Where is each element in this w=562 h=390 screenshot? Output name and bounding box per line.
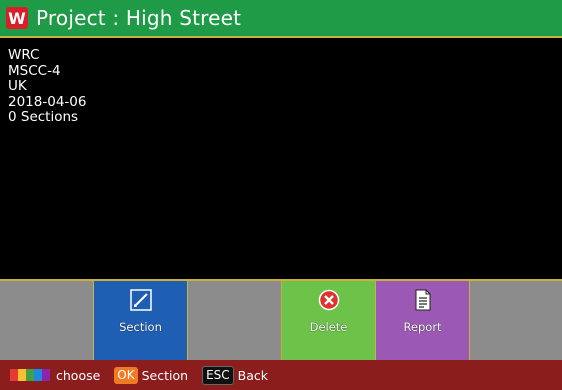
title-bar: W Project : High Street xyxy=(0,0,562,38)
edit-icon xyxy=(129,289,152,311)
info-section-count: 0 Sections xyxy=(8,109,79,126)
toolbar-slot-empty-2 xyxy=(188,281,282,360)
section-button-label: Section xyxy=(119,320,162,334)
info-code: MSCC-4 xyxy=(8,62,61,79)
esc-key[interactable]: ESC xyxy=(202,365,234,385)
section-button[interactable]: Section xyxy=(94,281,188,360)
page-title: Project : High Street xyxy=(36,6,242,30)
help-bar: choose OK Section ESC Back xyxy=(0,360,562,390)
ok-hint: Section xyxy=(141,367,189,383)
choose-hint: choose xyxy=(56,367,101,383)
esc-hint: Back xyxy=(237,367,269,383)
toolbar-slot-empty-1 xyxy=(0,281,94,360)
report-button[interactable]: Report xyxy=(376,281,470,360)
info-country: UK xyxy=(8,78,27,95)
delete-icon xyxy=(318,289,340,311)
delete-button-label: Delete xyxy=(309,320,348,334)
report-button-label: Report xyxy=(403,320,442,334)
function-toolbar: Section Delete Report xyxy=(0,279,562,360)
app-logo-icon: W xyxy=(6,7,28,29)
report-icon xyxy=(412,289,434,311)
info-date: 2018-04-06 xyxy=(8,93,87,110)
color-keys-icon xyxy=(10,369,50,381)
ok-key[interactable]: OK xyxy=(114,366,138,384)
project-info: WRC MSCC-4 UK 2018-04-06 0 Sections xyxy=(8,47,87,126)
toolbar-slot-empty-3 xyxy=(470,281,562,360)
info-standard: WRC xyxy=(8,47,40,63)
delete-button[interactable]: Delete xyxy=(282,281,376,360)
